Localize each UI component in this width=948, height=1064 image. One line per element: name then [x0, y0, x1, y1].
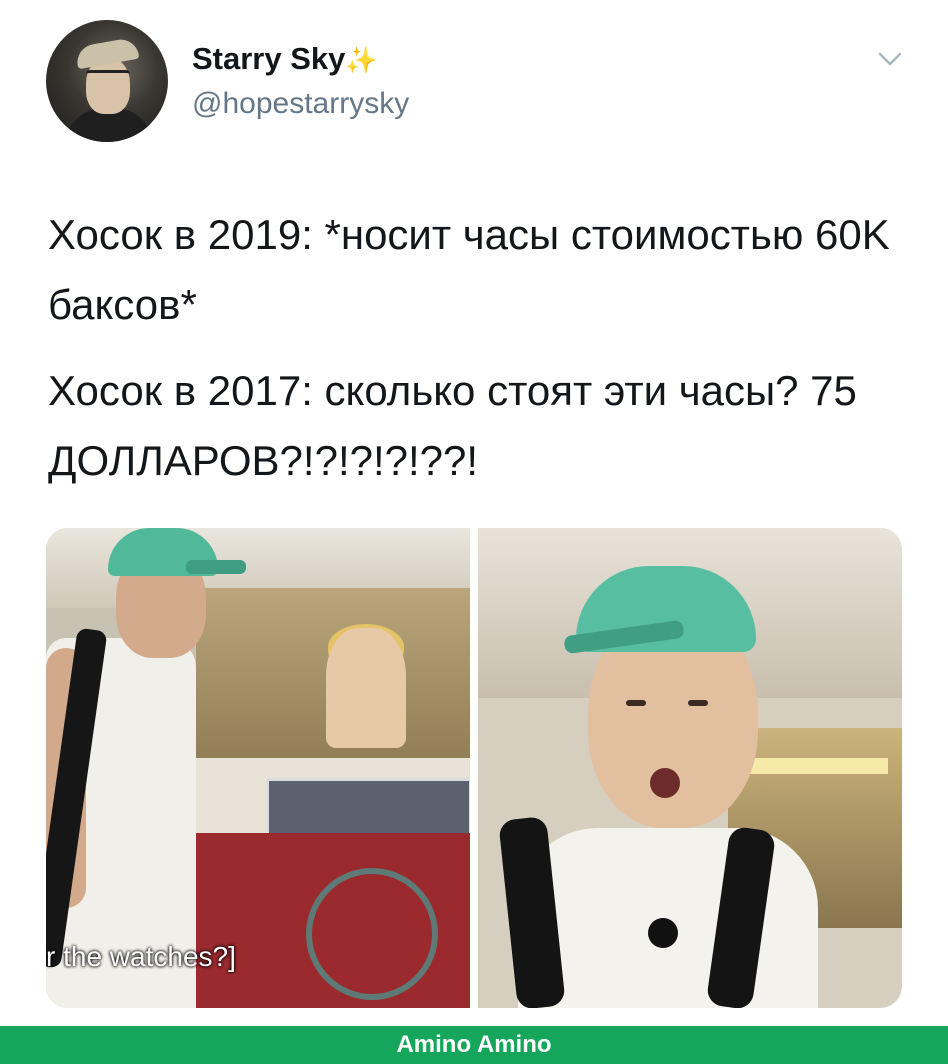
tweet-media[interactable]: r the watches?] [46, 528, 902, 1008]
display-name-text: Starry Sky [192, 41, 346, 76]
shopkeeper [326, 628, 406, 748]
cap-brim [186, 560, 246, 574]
avatar[interactable] [46, 20, 168, 142]
user-handle[interactable]: @hopestarrysky [192, 86, 409, 122]
display-name[interactable]: Starry Sky✨ [192, 40, 378, 79]
tweet-text: Хосок в 2019: *носит часы стоимостью 60K… [48, 200, 908, 496]
media-photo-right[interactable] [478, 528, 902, 1008]
shelf-light [748, 758, 888, 774]
surprised-mouth [650, 768, 680, 798]
video-subtitle: r the watches?] [46, 941, 236, 972]
counter-decoration [306, 868, 438, 1000]
amino-footer-bar: Amino Amino [0, 1026, 948, 1064]
tweet-line-2019: Хосок в 2019: *носит часы стоимостью 60K… [48, 211, 890, 328]
media-photo-left[interactable]: r the watches?] [46, 528, 470, 1008]
eye-left [626, 700, 646, 706]
eye-right [688, 700, 708, 706]
lapel-microphone [648, 918, 678, 948]
avatar-glasses [86, 70, 130, 83]
sparkles-icon: ✨ [345, 45, 378, 75]
chevron-down-icon[interactable] [876, 48, 904, 70]
tweet-line-2017: Хосок в 2017: сколько стоят эти часы? 75… [48, 367, 857, 484]
amino-footer-label: Amino Amino [396, 1031, 552, 1058]
